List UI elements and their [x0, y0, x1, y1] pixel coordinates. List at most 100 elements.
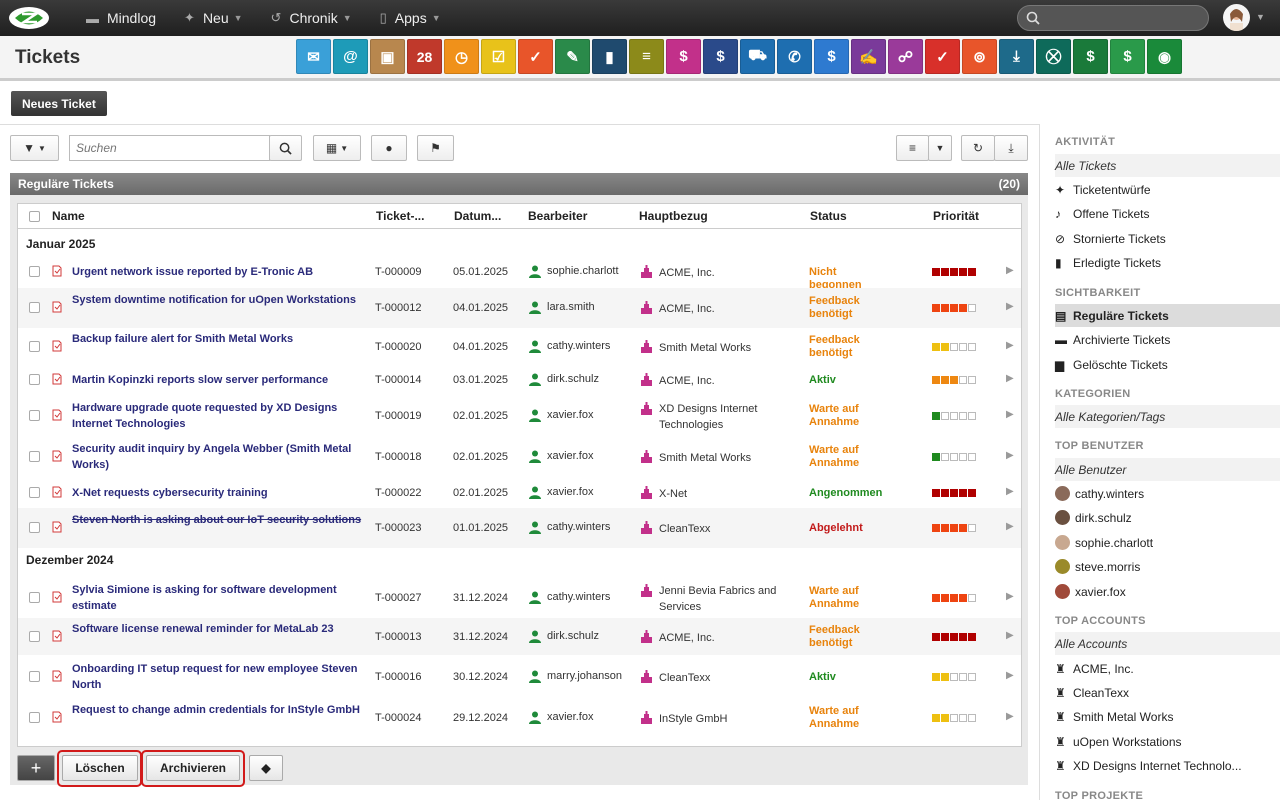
sidebar-item-account[interactable]: ♜uOpen Workstations2	[1055, 730, 1280, 753]
nav-chronik[interactable]: ↺ Chronik ▼	[271, 0, 352, 36]
user-avatar[interactable]	[1223, 4, 1250, 31]
ticket-name-link[interactable]: Backup failure alert for Smith Metal Wor…	[72, 331, 362, 347]
assignee-link[interactable]: dirk.schulz	[547, 373, 599, 385]
sidebar-item-archived[interactable]: ▬ Archivierte Tickets	[1055, 328, 1280, 351]
sidebar-item-user[interactable]: xavier.fox4	[1055, 580, 1280, 603]
sidebar-item-all-categories[interactable]: Alle Kategorien/Tags	[1055, 405, 1280, 428]
sidebar-item-user[interactable]: dirk.schulz3	[1055, 506, 1280, 529]
ticket-name-link[interactable]: Steven North is asking about our IoT sec…	[72, 512, 362, 528]
sidebar-item-regular[interactable]: ▤Reguläre Tickets20	[1055, 304, 1280, 327]
view-options-dropdown[interactable]: ▼	[928, 135, 952, 161]
timer-app-icon[interactable]: ◷	[444, 39, 479, 74]
support-app-icon[interactable]: ✆	[777, 39, 812, 74]
sidebar-item-account[interactable]: ♜CleanTexx3	[1055, 681, 1280, 704]
assignee-link[interactable]: sophie.charlott	[547, 265, 619, 277]
export-button[interactable]: ⤓	[994, 135, 1028, 161]
new-ticket-button[interactable]: Neues Ticket	[11, 91, 107, 116]
nav-apps[interactable]: ▯ Apps ▼	[380, 0, 441, 36]
account-link[interactable]: Smith Metal Works	[659, 450, 804, 466]
column-header-priority[interactable]: Priorität	[933, 204, 979, 228]
assignee-link[interactable]: xavier.fox	[547, 711, 593, 723]
row-checkbox[interactable]	[29, 630, 40, 642]
broadcast-app-icon[interactable]: ⊚	[962, 39, 997, 74]
price-tag-app-icon[interactable]: $	[1110, 39, 1145, 74]
account-link[interactable]: ACME, Inc.	[659, 265, 804, 281]
play-icon[interactable]: ▶	[1006, 711, 1014, 722]
search-input[interactable]	[69, 135, 270, 161]
row-checkbox[interactable]	[29, 410, 40, 421]
account-link[interactable]: CleanTexx	[659, 670, 804, 686]
list-view-button[interactable]: ≡	[896, 135, 929, 161]
table-row[interactable]: System downtime notification for uOpen W…	[18, 288, 1021, 328]
table-row[interactable]: Martin Kopinzki reports slow server perf…	[18, 365, 1021, 395]
play-icon[interactable]: ▶	[1006, 340, 1014, 351]
assignee-link[interactable]: cathy.winters	[547, 521, 610, 533]
play-icon[interactable]: ▶	[1006, 301, 1014, 312]
sidebar-item-all-accounts[interactable]: Alle Accounts	[1055, 632, 1280, 655]
column-header-name[interactable]: Name	[52, 204, 85, 228]
add-button[interactable]: +	[17, 755, 55, 781]
refresh-button[interactable]: ↻	[961, 135, 995, 161]
sidebar-item-account[interactable]: ♜ACME, Inc.8	[1055, 657, 1280, 680]
column-header-status[interactable]: Status	[810, 204, 847, 228]
app-logo[interactable]	[0, 0, 58, 36]
account-link[interactable]: CleanTexx	[659, 521, 804, 537]
ticket-name-link[interactable]: Onboarding IT setup request for new empl…	[72, 661, 362, 693]
mail-app-icon[interactable]: ✉	[296, 39, 331, 74]
assignee-link[interactable]: lara.smith	[547, 301, 595, 313]
flag-filter-button[interactable]: ⚑	[417, 135, 454, 161]
sidebar-item-drafts[interactable]: ✦Ticketentwürfe6	[1055, 178, 1280, 201]
row-checkbox[interactable]	[29, 374, 40, 385]
sidebar-item-cancelled[interactable]: ⊘Stornierte Tickets2	[1055, 227, 1280, 250]
assignee-link[interactable]: xavier.fox	[547, 409, 593, 421]
invoice-app-icon[interactable]: ✓	[925, 39, 960, 74]
tasks-app-icon[interactable]: ☑	[481, 39, 516, 74]
search-button[interactable]	[269, 135, 302, 161]
assignee-link[interactable]: dirk.schulz	[547, 630, 599, 642]
handshake-app-icon[interactable]: ☍	[888, 39, 923, 74]
table-row[interactable]: Onboarding IT setup request for new empl…	[18, 657, 1021, 697]
cart-app-icon[interactable]: ⛒	[1036, 39, 1071, 74]
ticket-name-link[interactable]: X-Net requests cybersecurity training	[72, 485, 362, 501]
sidebar-item-all-tickets[interactable]: Alle Tickets	[1055, 154, 1280, 177]
account-link[interactable]: Smith Metal Works	[659, 340, 804, 356]
ticket-name-link[interactable]: Urgent network issue reported by E-Troni…	[72, 264, 362, 280]
sidebar-item-account[interactable]: ♜XD Designs Internet Technolo...1	[1055, 754, 1280, 777]
ticket-name-link[interactable]: Martin Kopinzki reports slow server perf…	[72, 372, 362, 388]
account-link[interactable]: XD Designs Internet Technologies	[659, 401, 804, 433]
play-icon[interactable]: ▶	[1006, 265, 1014, 276]
user-filter-button[interactable]: ●	[371, 135, 407, 161]
cash-app-icon[interactable]: $	[1073, 39, 1108, 74]
reception-app-icon[interactable]: $	[666, 39, 701, 74]
assignee-link[interactable]: xavier.fox	[547, 486, 593, 498]
checklist-app-icon[interactable]: ✓	[518, 39, 553, 74]
table-row[interactable]: Hardware upgrade quote requested by XD D…	[18, 396, 1021, 436]
play-icon[interactable]: ▶	[1006, 486, 1014, 497]
row-checkbox[interactable]	[29, 451, 40, 462]
sidebar-item-deleted[interactable]: ▆ Gelöschte Tickets	[1055, 353, 1280, 376]
archive-button[interactable]: Archivieren	[146, 755, 240, 781]
ticket-name-link[interactable]: System downtime notification for uOpen W…	[72, 292, 362, 308]
column-header-assignee[interactable]: Bearbeiter	[528, 204, 587, 228]
ticket-name-link[interactable]: Software license renewal reminder for Me…	[72, 621, 362, 637]
ticket-name-link[interactable]: Hardware upgrade quote requested by XD D…	[72, 400, 362, 432]
play-icon[interactable]: ▶	[1006, 409, 1014, 420]
table-row[interactable]: Software license renewal reminder for Me…	[18, 618, 1021, 655]
sidebar-item-user[interactable]: sophie.charlott2	[1055, 531, 1280, 554]
play-icon[interactable]: ▶	[1006, 373, 1014, 384]
row-checkbox[interactable]	[29, 302, 40, 313]
contract-app-icon[interactable]: ✍	[851, 39, 886, 74]
play-icon[interactable]: ▶	[1006, 450, 1014, 461]
contacts-app-icon[interactable]: ▣	[370, 39, 405, 74]
play-icon[interactable]: ▶	[1006, 630, 1014, 641]
ticket-name-link[interactable]: Security audit inquiry by Angela Webber …	[72, 441, 362, 473]
nav-mindlog[interactable]: ▬ Mindlog	[86, 0, 156, 36]
assignee-link[interactable]: cathy.winters	[547, 340, 610, 352]
row-checkbox[interactable]	[29, 522, 40, 533]
database-app-icon[interactable]: ◉	[1147, 39, 1182, 74]
row-checkbox[interactable]	[29, 266, 40, 277]
row-checkbox[interactable]	[29, 592, 40, 603]
row-checkbox[interactable]	[29, 712, 40, 723]
delete-button[interactable]: Löschen	[62, 755, 138, 781]
sidebar-item-user[interactable]: cathy.winters4	[1055, 482, 1280, 505]
